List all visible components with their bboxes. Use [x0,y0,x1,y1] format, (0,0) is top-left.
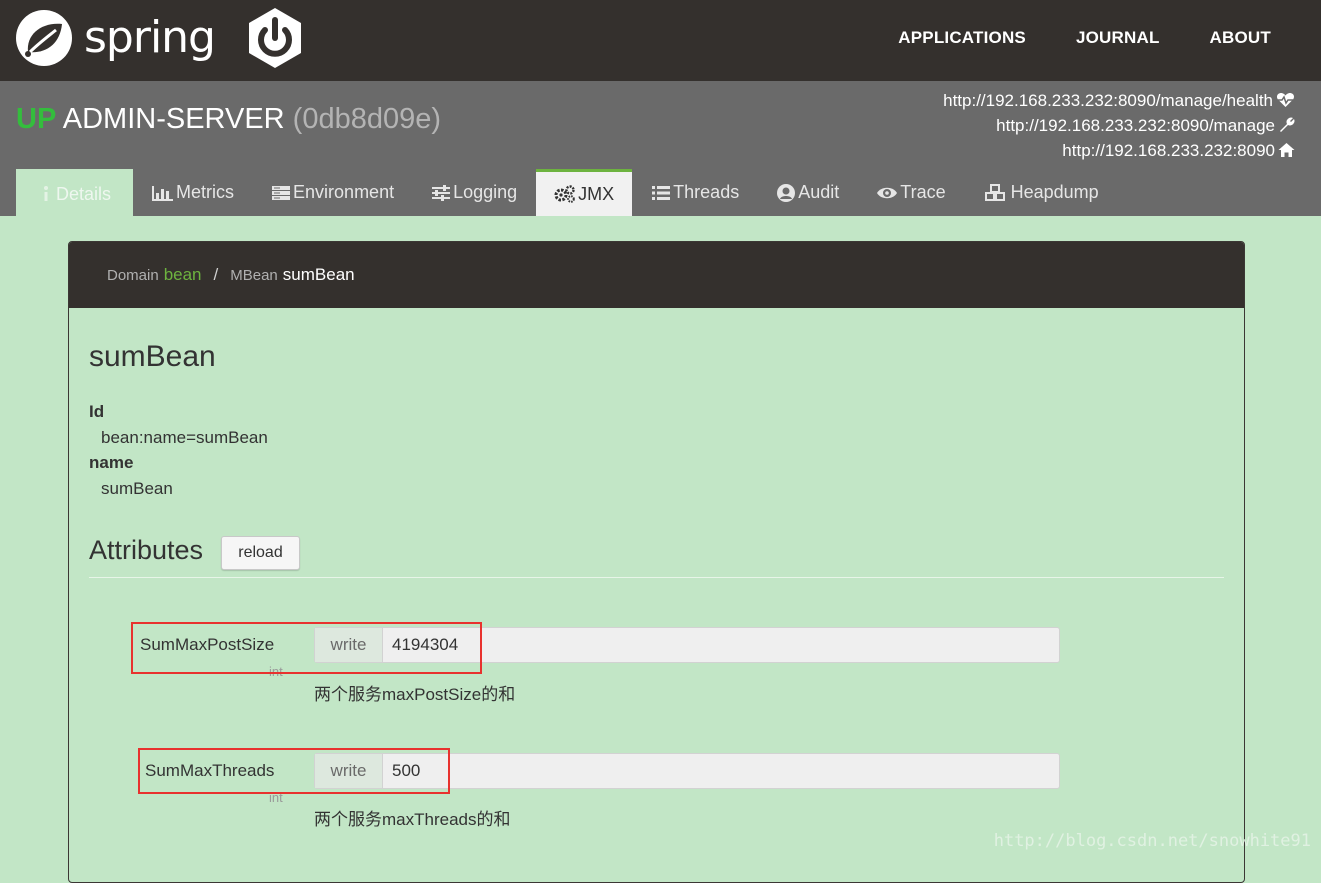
tab-label: Threads [673,182,740,202]
list-icon [652,185,671,200]
tab-label: Environment [293,182,395,202]
nav-applications[interactable]: APPLICATIONS [898,28,1026,48]
breadcrumb-domain-label: Domain [107,266,159,284]
mbean-panel: Domain bean / MBean sumBean sumBean Id b… [68,241,1245,883]
tab-label: Audit [798,182,840,202]
manage-url-link[interactable]: http://192.168.233.232:8090/manage [943,113,1295,138]
wrench-icon [1280,117,1295,132]
application-urls: http://192.168.233.232:8090/manage/healt… [943,88,1295,163]
reload-button[interactable]: reload [221,536,300,570]
spring-logo[interactable]: spring [14,8,216,68]
health-url: http://192.168.233.232:8090/manage/healt… [943,91,1273,110]
attribute-description: 两个服务maxThreads的和 [314,810,511,829]
gears-icon [554,185,575,203]
tab-bar: Details Metrics Environment Logging JMX … [16,169,1117,216]
home-url: http://192.168.233.232:8090 [1062,141,1275,160]
highlight-box [131,622,482,674]
tab-label: JMX [578,183,615,204]
spring-leaf-icon [16,10,72,66]
page-title: sumBean [89,340,216,373]
home-icon [1278,143,1295,157]
cubes-icon [984,183,1005,201]
application-id: (0db8d09e) [292,103,442,135]
watermark: http://blog.csdn.net/snowhite91 [993,831,1311,851]
top-navbar: spring APPLICATIONS JOURNAL ABOUT [0,0,1321,81]
application-header: UP ADMIN-SERVER (0db8d09e) http://192.16… [0,81,1321,216]
health-url-link[interactable]: http://192.168.233.232:8090/manage/healt… [943,88,1295,113]
tab-audit[interactable]: Audit [758,169,857,216]
property-key-name: name [89,453,134,472]
nav-links: APPLICATIONS JOURNAL ABOUT [848,0,1271,76]
application-title: UP ADMIN-SERVER (0db8d09e) [16,103,441,136]
tab-metrics[interactable]: Metrics [134,169,252,216]
breadcrumb-domain[interactable]: bean [164,265,202,285]
tab-details[interactable]: Details [16,169,134,216]
tab-threads[interactable]: Threads [633,169,757,216]
breadcrumb-separator: / [213,265,219,284]
tab-label: Metrics [176,182,235,202]
sliders-icon [432,184,451,201]
application-name: ADMIN-SERVER [62,103,285,135]
tab-label: Details [56,183,112,204]
attribute-description: 两个服务maxPostSize的和 [314,685,516,704]
heartbeat-icon [1276,92,1295,107]
info-icon [44,186,48,201]
home-url-link[interactable]: http://192.168.233.232:8090 [943,138,1295,163]
breadcrumb-mbean: sumBean [282,265,355,284]
tab-label: Trace [900,182,946,202]
user-circle-icon [777,183,796,202]
power-icon[interactable] [243,6,307,70]
bar-chart-icon [152,185,174,201]
brand-name: spring [84,12,216,63]
section-divider [89,577,1224,578]
property-value-name: sumBean [101,479,173,498]
property-value-id: bean:name=sumBean [101,428,268,447]
property-key-id: Id [89,402,105,421]
nav-journal[interactable]: JOURNAL [1076,28,1160,48]
tab-label: Logging [453,182,518,202]
manage-url: http://192.168.233.232:8090/manage [996,116,1275,135]
nav-about[interactable]: ABOUT [1210,28,1271,48]
attributes-heading: Attributes [89,535,204,565]
tab-jmx[interactable]: JMX [536,169,633,216]
tab-heapdump[interactable]: Heapdump [965,169,1117,216]
tab-environment[interactable]: Environment [253,169,412,216]
status-badge: UP [16,103,57,135]
server-icon [272,185,291,200]
breadcrumb: Domain bean / MBean sumBean [69,242,1244,308]
tab-label: Heapdump [1010,182,1099,202]
eye-icon [877,187,898,198]
breadcrumb-mbean-label: MBean [230,266,278,284]
tab-logging[interactable]: Logging [413,169,535,216]
tab-trace[interactable]: Trace [858,169,963,216]
highlight-box [138,748,450,794]
